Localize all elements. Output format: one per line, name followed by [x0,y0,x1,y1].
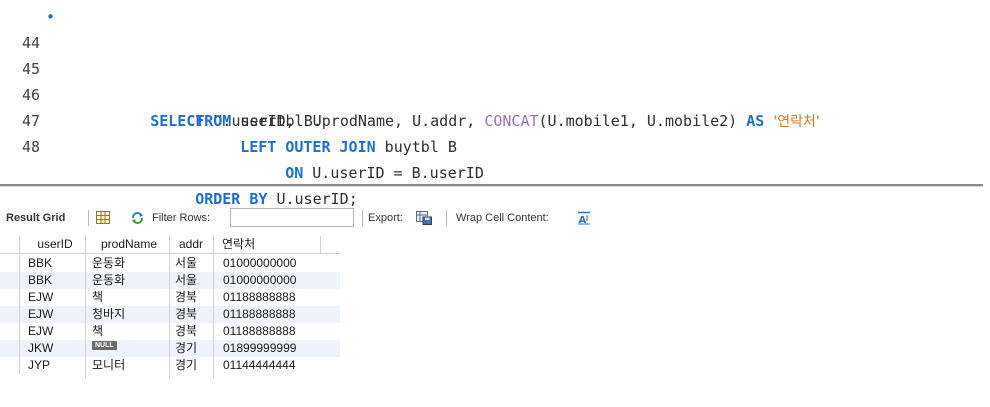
column-header-userid[interactable]: userID [27,236,83,253]
cell-contact[interactable]: 01144444444 [223,357,296,374]
cell-addr[interactable]: 경기 [175,357,197,374]
table-row[interactable]: JKW NULL 경기 01899999999 [0,340,340,357]
table-row[interactable]: EJW 책 경북 01188888888 [0,289,340,306]
result-grid-tab[interactable]: Result Grid [6,207,65,229]
column-divider[interactable] [213,236,214,378]
column-divider[interactable] [85,236,86,378]
cell-addr[interactable]: 경기 [175,340,197,357]
code-line-48[interactable]: 48 ORDER BY U.userID; [0,108,358,208]
cell-contact[interactable]: 01188888888 [223,323,296,340]
function-concat: CONCAT [484,112,539,130]
cell-prodname[interactable]: 운동화 [92,255,125,272]
order-column: U.userID; [267,190,358,208]
cell-prodname[interactable]: NULL [92,340,117,357]
statement-marker-icon: • [46,8,56,26]
wrap-cell-content-label: Wrap Cell Content: [456,212,549,224]
code-line-44[interactable]: 44 • SELECT U.userID, B.prodName, U.addr… [0,4,820,130]
grid-view-icon[interactable] [96,211,110,224]
cell-contact[interactable]: 01000000000 [223,255,296,272]
wrap-text-icon[interactable]: A [577,211,591,225]
line-number: 48 [22,138,41,156]
column-header-prodname[interactable]: prodName [90,236,168,253]
cell-userid[interactable]: EJW [28,306,53,323]
cell-contact[interactable]: 01188888888 [223,306,296,323]
cell-userid[interactable]: BBK [28,272,52,289]
code-line-46[interactable]: 46 LEFT OUTER JOIN buytbl B [0,56,457,156]
cell-userid[interactable]: EJW [28,289,53,306]
toolbar-divider [88,210,89,226]
row-gutter[interactable] [0,255,20,272]
null-badge: NULL [92,341,117,351]
cell-prodname[interactable]: 모니터 [92,357,125,374]
column-divider[interactable] [320,236,321,254]
toolbar-divider [446,210,447,226]
cell-addr[interactable]: 경북 [175,306,197,323]
filter-rows-input[interactable] [230,208,354,227]
row-gutter[interactable] [0,272,20,289]
cell-userid[interactable]: JKW [28,340,53,357]
filter-rows-label: Filter Rows: [152,212,211,224]
sql-editor[interactable]: 44 • SELECT U.userID, B.prodName, U.addr… [0,0,990,208]
column-header-addr[interactable]: addr [172,236,210,253]
row-gutter[interactable] [0,306,20,323]
cell-addr[interactable]: 서울 [175,255,197,272]
column-header-contact[interactable]: 연락처 [222,236,282,253]
cell-addr[interactable]: 경북 [175,289,197,306]
cell-addr[interactable]: 경북 [175,323,197,340]
alias-string: '연락처' [773,114,820,130]
row-gutter [0,236,20,253]
row-gutter[interactable] [0,340,20,357]
row-gutter[interactable] [0,289,20,306]
panel-splitter-shadow [0,186,983,187]
cell-userid[interactable]: JYP [28,357,50,374]
cell-prodname[interactable]: 책 [92,289,103,306]
cell-prodname[interactable]: 청바지 [92,306,125,323]
row-gutter[interactable] [0,323,20,340]
cell-userid[interactable]: EJW [28,323,53,340]
cell-contact[interactable]: 01000000000 [223,272,296,289]
keyword-order-by: ORDER BY [195,190,268,208]
export-icon[interactable] [416,211,432,225]
cell-contact[interactable]: 01188888888 [223,289,296,306]
export-label: Export: [368,212,403,224]
table-row[interactable]: EJW 청바지 경북 01188888888 [0,306,340,323]
cell-addr[interactable]: 서울 [175,272,197,289]
cell-prodname[interactable]: 책 [92,323,103,340]
toolbar-divider [362,210,363,226]
concat-arguments: (U.mobile1, U.mobile2) [538,112,747,130]
code-line-47[interactable]: 47 ON U.userID = B.userID [0,82,484,182]
grid-header-row: userID prodName addr 연락처 [0,236,340,254]
code-line-45[interactable]: 45 FROM usertbl U [0,30,322,130]
column-divider[interactable] [169,236,170,378]
table-row[interactable]: BBK 운동화 서울 01000000000 [0,255,340,272]
keyword-as: AS [746,112,765,130]
cell-prodname[interactable]: 운동화 [92,272,125,289]
table-row[interactable]: EJW 책 경북 01188888888 [0,323,340,340]
cell-contact[interactable]: 01899999999 [223,340,296,357]
table-row[interactable]: BBK 운동화 서울 01000000000 [0,272,340,289]
row-gutter[interactable] [0,357,20,374]
cell-userid[interactable]: BBK [28,255,52,272]
refresh-icon[interactable] [130,211,145,225]
result-toolbar: Result Grid Filter Rows: Export: Wrap Ce… [0,207,990,229]
table-row[interactable]: JYP 모니터 경기 01144444444 [0,357,340,374]
